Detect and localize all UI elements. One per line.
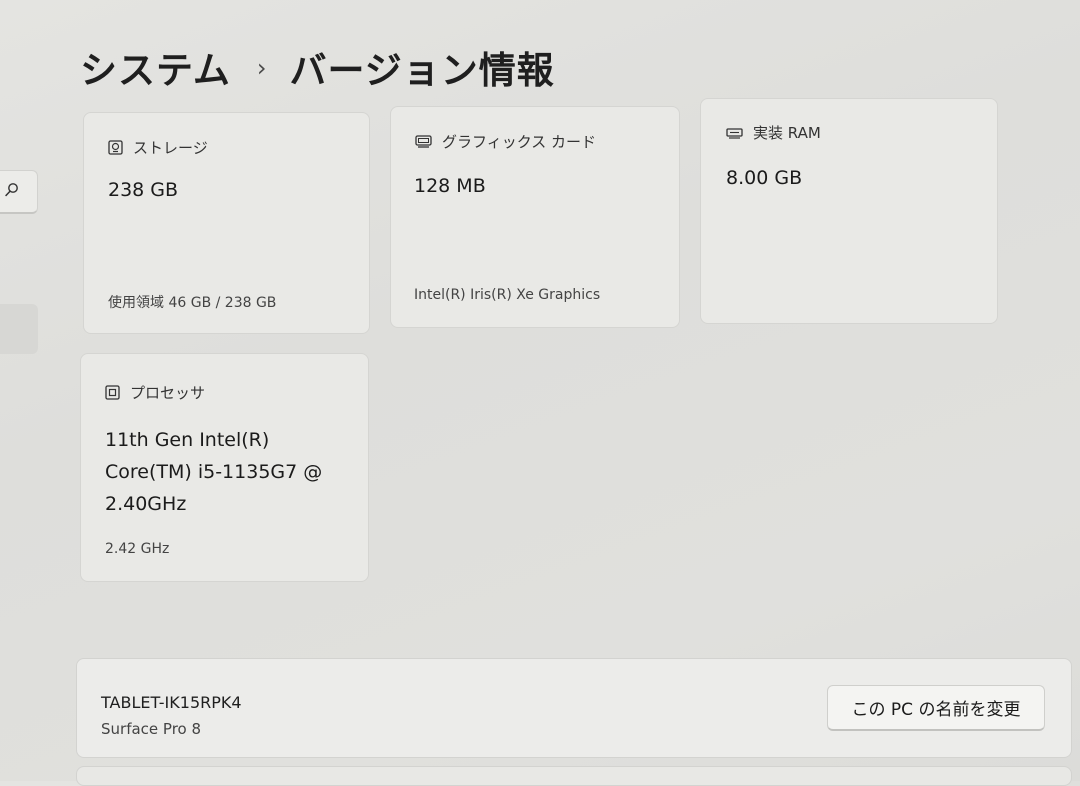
processor-card-title: プロセッサ [105,382,205,403]
device-specifications-card[interactable] [76,766,1072,786]
storage-usage: 使用領域 46 GB / 238 GB [108,295,277,311]
processor-icon [105,385,120,400]
processor-card: プロセッサ 11th Gen Intel(R) Core(TM) i5-1135… [80,353,369,582]
breadcrumb-separator-icon: › [256,54,268,82]
page-title: バージョン情報 [289,49,555,92]
storage-title: ストレージ [133,139,208,157]
ram-card: 実装 RAM 8.00 GB [700,98,998,324]
breadcrumb-parent[interactable]: システム [80,40,231,94]
device-model: Surface Pro 8 [101,720,202,738]
graphics-value: 128 MB [414,175,486,197]
ram-icon [726,127,743,139]
processor-value-line: 11th Gen Intel(R) [105,429,270,451]
processor-title: プロセッサ [130,384,206,402]
graphics-card: グラフィックス カード 128 MB Intel(R) Iris(R) Xe G… [390,106,680,328]
processor-value-line: Core(TM) i5-1135G7 @ [105,461,323,483]
sidebar-selected-item[interactable] [0,304,38,354]
device-name: TABLET-IK15RPK4 [101,693,242,712]
graphics-card-title: グラフィックス カード [415,131,596,152]
storage-icon [108,140,123,155]
ram-card-title: 実装 RAM [726,122,821,143]
storage-card: ストレージ 238 GB 使用領域 46 GB / 238 GB [83,112,370,334]
breadcrumb: システム › バージョン情報 [80,40,555,94]
ram-value: 8.00 GB [726,167,803,189]
processor-value-line: 2.40GHz [105,493,187,515]
rename-pc-button[interactable]: この PC の名前を変更 [827,685,1045,731]
device-name-card: TABLET-IK15RPK4 Surface Pro 8 この PC の名前を… [76,658,1072,758]
storage-card-title: ストレージ [108,137,208,158]
ram-title: 実装 RAM [753,124,821,142]
search-icon[interactable] [4,182,20,198]
graphics-adapter-name: Intel(R) Iris(R) Xe Graphics [414,287,601,303]
storage-value: 238 GB [108,179,179,201]
processor-speed: 2.42 GHz [105,541,170,557]
graphics-title: グラフィックス カード [442,133,597,151]
search-box[interactable] [0,170,38,214]
processor-value: 11th Gen Intel(R) Core(TM) i5-1135G7 @ 2… [105,424,365,520]
graphics-card-icon [415,135,432,148]
